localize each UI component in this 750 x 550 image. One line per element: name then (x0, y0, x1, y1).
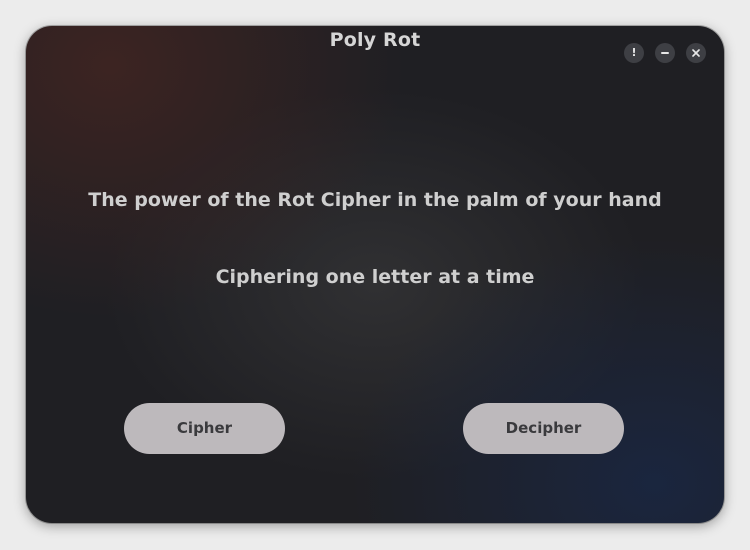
close-button[interactable] (686, 43, 706, 63)
info-icon: ! (631, 46, 637, 59)
titlebar[interactable]: Poly Rot ! (26, 26, 724, 66)
minimize-icon (661, 52, 669, 54)
decipher-button[interactable]: Decipher (463, 403, 624, 454)
subline-text: Ciphering one letter at a time (215, 266, 535, 288)
headline-text: The power of the Rot Cipher in the palm … (88, 189, 662, 211)
app-window: Poly Rot ! The power of the Rot Cipher i… (26, 26, 724, 523)
close-icon (692, 49, 700, 57)
window-title: Poly Rot (329, 29, 421, 51)
cipher-button[interactable]: Cipher (124, 403, 285, 454)
about-button[interactable]: ! (624, 43, 644, 63)
minimize-button[interactable] (655, 43, 675, 63)
